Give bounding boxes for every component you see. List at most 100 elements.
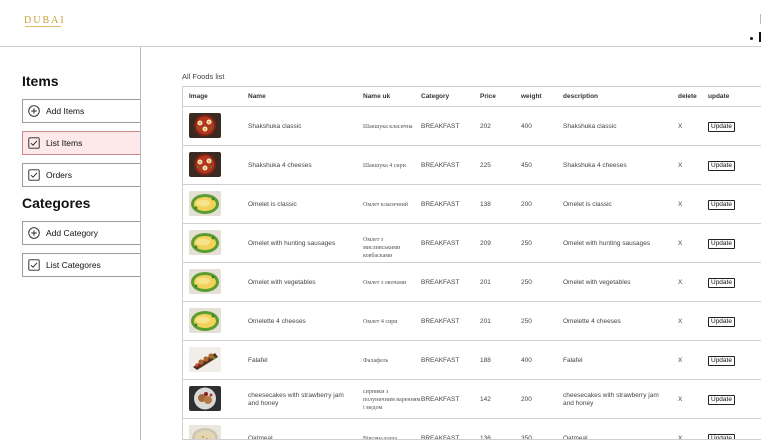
food-name-uk: Вівсяна каша bbox=[363, 435, 398, 440]
add-category-label: Add Category bbox=[46, 228, 98, 238]
food-image bbox=[189, 425, 221, 439]
food-name: Shakshuka 4 cheeses bbox=[248, 161, 312, 169]
food-category: BREAKFAST bbox=[421, 161, 460, 169]
food-category: BREAKFAST bbox=[421, 200, 460, 208]
delete-button[interactable]: X bbox=[678, 396, 682, 403]
top-bar: DUBAI bbox=[0, 0, 761, 47]
add-category-button[interactable]: Add Category bbox=[22, 221, 140, 245]
food-name: Omelet with hunting sausages bbox=[248, 239, 336, 247]
sidebar: Items Add Items List Items Orders Catego… bbox=[0, 47, 141, 440]
food-image bbox=[189, 113, 221, 138]
main-content: All Foods list Image Name Name uk Catego… bbox=[141, 47, 761, 440]
col-name-uk: Name uk bbox=[363, 93, 391, 100]
food-name: Omelet with vegetables bbox=[248, 278, 316, 286]
update-button[interactable]: Update bbox=[708, 278, 735, 288]
food-price: 142 bbox=[480, 395, 491, 403]
list-items-button[interactable]: List Items bbox=[22, 131, 140, 155]
food-name-uk: Омлет 4 сири bbox=[363, 318, 398, 325]
food-category: BREAKFAST bbox=[421, 434, 460, 440]
update-button[interactable]: Update bbox=[708, 239, 735, 249]
food-weight: 250 bbox=[521, 239, 532, 247]
checkbox-icon bbox=[28, 169, 40, 181]
delete-button[interactable]: X bbox=[678, 162, 682, 169]
delete-button[interactable]: X bbox=[678, 201, 682, 208]
food-name: Falafel bbox=[248, 356, 268, 364]
update-button[interactable]: Update bbox=[708, 122, 735, 132]
food-weight: 250 bbox=[521, 317, 532, 325]
delete-button[interactable]: X bbox=[678, 279, 682, 286]
food-name-uk: Омлет з овочами bbox=[363, 279, 407, 286]
items-section-title: Items bbox=[22, 73, 59, 89]
table-row: Omelet with hunting sausages Омлет з мисл… bbox=[183, 224, 761, 263]
table-row: Omelette 4 cheeses Омлет 4 сири BREAKFAST 2… bbox=[183, 302, 761, 341]
food-description: Falafel bbox=[563, 356, 583, 364]
food-image bbox=[189, 230, 221, 255]
delete-button[interactable]: X bbox=[678, 318, 682, 325]
table-row: Oatmeal Вівсяна каша BREAKFAST 136 350 Oatmea… bbox=[183, 419, 761, 440]
list-items-label: List Items bbox=[46, 138, 83, 148]
checkbox-icon bbox=[28, 137, 40, 149]
food-name: Omelette 4 cheeses bbox=[248, 317, 306, 325]
table-row: Falafel Фалафель BREAKFAST 188 400 Falafel X Up… bbox=[183, 341, 761, 380]
col-delete: delete bbox=[678, 93, 697, 100]
col-description: description bbox=[563, 93, 599, 100]
add-items-button[interactable]: Add Items bbox=[22, 99, 140, 123]
table-row: Omelet with vegetables Омлет з овочами BRE… bbox=[183, 263, 761, 302]
food-category: BREAKFAST bbox=[421, 278, 460, 286]
food-image bbox=[189, 308, 221, 333]
food-price: 136 bbox=[480, 434, 491, 440]
list-categories-label: List Categores bbox=[46, 260, 101, 270]
table-row: cheesecakes with strawberry jam and hone… bbox=[183, 380, 761, 419]
food-weight: 200 bbox=[521, 200, 532, 208]
food-image bbox=[189, 386, 221, 411]
list-categories-button[interactable]: List Categores bbox=[22, 253, 140, 277]
bullet-dot bbox=[750, 37, 753, 40]
food-price: 202 bbox=[480, 122, 491, 130]
delete-button[interactable]: X bbox=[678, 123, 682, 130]
table-row: Shakshuka classic Шакшука класична BREAKFA… bbox=[183, 107, 761, 146]
delete-button[interactable]: X bbox=[678, 357, 682, 364]
delete-button[interactable]: X bbox=[678, 435, 682, 439]
food-image bbox=[189, 152, 221, 177]
orders-button[interactable]: Orders bbox=[22, 163, 140, 187]
table-row: Shakshuka 4 cheeses Шакшука 4 сири BREAKFA… bbox=[183, 146, 761, 185]
food-weight: 200 bbox=[521, 395, 532, 403]
food-name-uk: Омлет з мисливськими ковбасками bbox=[363, 236, 401, 259]
food-name-uk: Шакшука 4 сири bbox=[363, 162, 406, 169]
update-button[interactable]: Update bbox=[708, 161, 735, 171]
food-image bbox=[189, 347, 221, 372]
food-category: BREAKFAST bbox=[421, 356, 460, 364]
food-image bbox=[189, 191, 221, 216]
update-button[interactable]: Update bbox=[708, 200, 735, 210]
logo[interactable]: DUBAI bbox=[24, 15, 66, 26]
plus-circle-icon bbox=[28, 227, 40, 239]
orders-label: Orders bbox=[46, 170, 72, 180]
food-price: 201 bbox=[480, 317, 491, 325]
food-price: 209 bbox=[480, 239, 491, 247]
foods-table: Image Name Name uk Category Price weight… bbox=[182, 86, 761, 440]
food-name-uk: Шакшука класична bbox=[363, 123, 413, 130]
update-button[interactable]: Update bbox=[708, 395, 735, 405]
update-button[interactable]: Update bbox=[708, 434, 735, 439]
food-category: BREAKFAST bbox=[421, 122, 460, 130]
food-weight: 450 bbox=[521, 161, 532, 169]
food-name: Oatmeal bbox=[248, 434, 273, 440]
food-price: 138 bbox=[480, 200, 491, 208]
update-button[interactable]: Update bbox=[708, 317, 735, 327]
delete-button[interactable]: X bbox=[678, 240, 682, 247]
col-weight: weight bbox=[521, 93, 542, 100]
food-description: Oatmeal bbox=[563, 434, 588, 440]
food-weight: 400 bbox=[521, 356, 532, 364]
food-image bbox=[189, 269, 221, 294]
food-description: Shakshuka 4 cheeses bbox=[563, 161, 627, 169]
food-category: BREAKFAST bbox=[421, 395, 460, 403]
col-price: Price bbox=[480, 93, 496, 100]
food-weight: 350 bbox=[521, 434, 532, 440]
food-price: 188 bbox=[480, 356, 491, 364]
update-button[interactable]: Update bbox=[708, 356, 735, 366]
plus-circle-icon bbox=[28, 105, 40, 117]
food-weight: 400 bbox=[521, 122, 532, 130]
table-row: Omelet is classic Омлет класичний BREAKFAS… bbox=[183, 185, 761, 224]
checkbox-icon bbox=[28, 259, 40, 271]
food-name-uk: Фалафель bbox=[363, 357, 389, 364]
